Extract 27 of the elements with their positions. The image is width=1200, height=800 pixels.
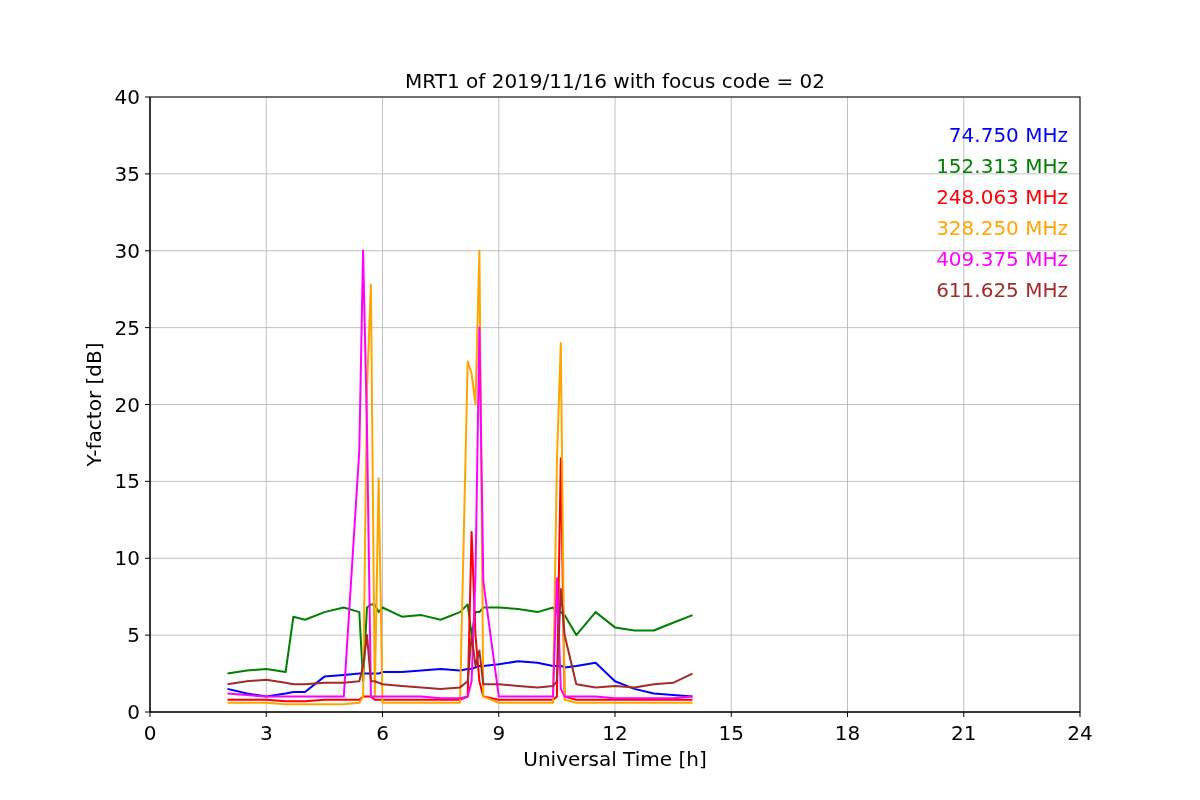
tick-label: 30 xyxy=(114,238,140,263)
tick-label: 15 xyxy=(718,721,744,745)
tick-label: 9 xyxy=(492,721,506,745)
tick-label: 24 xyxy=(1067,721,1093,745)
tick-label: 3 xyxy=(259,721,273,745)
tick-label: 25 xyxy=(114,315,140,340)
tick-label: 21 xyxy=(951,721,977,745)
tick-label: 10 xyxy=(114,546,140,571)
tick-label: 0 xyxy=(143,721,157,745)
tick-label: 12 xyxy=(602,721,628,745)
legend-label: 409.375 MHz xyxy=(936,247,1068,271)
tick-label: 6 xyxy=(376,721,389,745)
axis-label: Y-factor [dB] xyxy=(82,342,106,467)
legend-label: 611.625 MHz xyxy=(936,278,1068,302)
legend-label: 328.250 MHz xyxy=(936,216,1068,240)
legend-label: 152.313 MHz xyxy=(936,154,1068,178)
chart-title: MRT1 of 2019/11/16 with focus code = 02 xyxy=(405,69,825,93)
legend-label: 74.750 MHz xyxy=(948,123,1068,147)
axis-label: Universal Time [h] xyxy=(523,747,707,771)
tick-label: 0 xyxy=(127,700,140,724)
tick-label: 5 xyxy=(127,623,140,648)
tick-label: 20 xyxy=(114,392,140,417)
legend-label: 248.063 MHz xyxy=(936,185,1068,209)
tick-label: 18 xyxy=(834,721,861,745)
tick-label: 35 xyxy=(114,161,140,186)
tick-label: 40 xyxy=(114,85,140,109)
tick-label: 15 xyxy=(114,469,140,494)
